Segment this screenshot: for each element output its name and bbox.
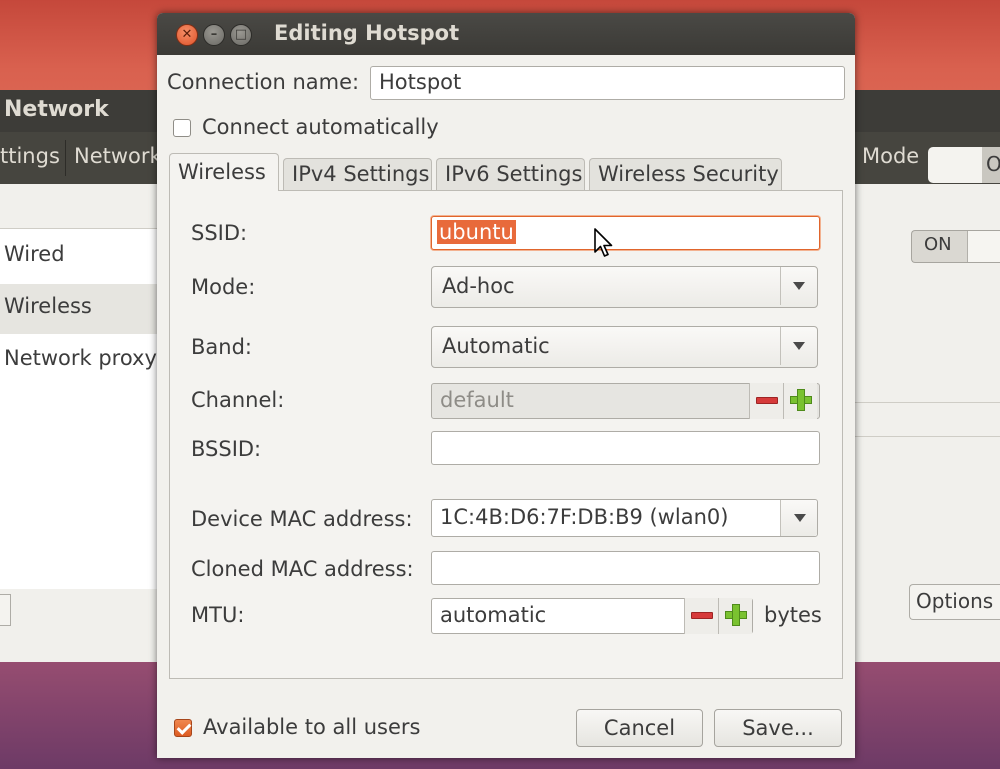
tab-ipv6-label: IPv6 Settings [445,162,583,186]
mode-label: Mode [862,144,920,168]
sidebar-item-wired[interactable]: Wired [4,242,65,266]
channel-spinner[interactable]: default [431,383,820,419]
minimize-icon[interactable]: – [203,24,225,46]
network-device-list: Wired Wireless Network proxy [0,228,170,589]
tab-ipv6-settings[interactable]: IPv6 Settings [436,158,585,190]
ssid-input[interactable]: ubuntu [431,216,820,250]
connection-name-label: Connection name: [167,70,360,94]
wireless-on-switch[interactable]: ON [911,230,1000,263]
tab-wireless-label: Wireless [178,160,266,184]
options-button[interactable]: Options [909,584,1000,620]
cloned-mac-input[interactable] [431,551,820,585]
sidebar-item-network-proxy[interactable]: Network proxy [4,346,157,370]
mode-label: Mode: [191,275,256,299]
mode-switch-edge-text: O [986,152,1000,176]
dropdown-separator [780,267,781,305]
band-dropdown[interactable]: Automatic [431,326,818,368]
mtu-unit-label: bytes [764,603,822,627]
mtu-label: MTU: [191,603,245,627]
device-mac-combo[interactable]: 1C:4B:D6:7F:DB:B9 (wlan0) [431,499,818,537]
save-button[interactable]: Save... [714,709,842,747]
chevron-down-icon [794,514,806,522]
band-value: Automatic [442,334,550,358]
divider [845,436,1000,437]
remove-device-button[interactable] [0,594,11,626]
tab-ipv4-settings[interactable]: IPv4 Settings [283,158,432,190]
device-mac-label: Device MAC address: [191,507,413,531]
channel-label: Channel: [191,388,285,412]
mtu-increment-button[interactable] [718,598,752,634]
dialog-titlebar: ✕ – □ Editing Hotspot [157,13,855,55]
channel-increment-button[interactable] [783,383,817,419]
tab-ipv4-label: IPv4 Settings [292,162,430,186]
options-button-label: Options [916,589,994,613]
cancel-button-label: Cancel [603,716,676,740]
mode-dropdown[interactable]: Ad-hoc [431,266,818,308]
bssid-input[interactable] [431,431,820,465]
connect-automatically-checkbox[interactable] [173,119,191,137]
tab-wireless-security-label: Wireless Security [598,162,779,186]
plus-icon-vertical [797,389,805,411]
network-window-title: Network [4,97,109,122]
minus-icon [691,612,713,619]
cancel-button[interactable]: Cancel [576,709,703,747]
toolbar-item-settings[interactable]: ttings [0,144,60,168]
bssid-label: BSSID: [191,437,262,461]
divider [845,402,1000,403]
editing-hotspot-dialog: ✕ – □ Editing Hotspot Connection name: H… [157,13,855,758]
dropdown-separator [780,327,781,365]
channel-decrement-button[interactable] [749,383,783,419]
tab-wireless[interactable]: Wireless [169,153,279,191]
device-mac-dropdown-button[interactable] [780,500,817,536]
toolbar-item-network[interactable]: Network [74,144,162,168]
mtu-spinner[interactable]: automatic [431,598,753,634]
mode-switch-edge[interactable]: O [982,147,1000,183]
channel-value: default [440,388,514,412]
minus-icon [756,397,778,404]
save-button-label: Save... [742,716,814,740]
maximize-icon[interactable]: □ [230,24,252,46]
device-mac-value: 1C:4B:D6:7F:DB:B9 (wlan0) [440,505,729,529]
mouse-cursor-icon [594,228,613,257]
sidebar-item-wireless[interactable]: Wireless [4,294,92,318]
switch-knob[interactable] [967,231,1000,262]
checkbox-checked-icon[interactable] [174,719,192,737]
mtu-decrement-button[interactable] [684,598,718,634]
mode-switch[interactable] [928,147,982,183]
cloned-mac-label: Cloned MAC address: [191,557,414,581]
connect-automatically-label[interactable]: Connect automatically [202,115,439,139]
toolbar-separator [65,140,66,176]
plus-icon-vertical [732,604,740,626]
connection-name-value: Hotspot [379,70,462,94]
chevron-down-icon [793,342,805,350]
mode-value: Ad-hoc [442,274,515,298]
ssid-label: SSID: [191,221,248,245]
close-icon[interactable]: ✕ [176,24,198,46]
chevron-down-icon [793,282,805,290]
available-all-users-label[interactable]: Available to all users [203,715,420,739]
switch-label: ON [924,234,952,255]
ssid-value-selected: ubuntu [437,220,516,244]
mtu-value: automatic [440,603,547,627]
tab-wireless-security[interactable]: Wireless Security [589,158,782,190]
connection-name-input[interactable]: Hotspot [370,66,845,100]
band-label: Band: [191,335,252,359]
dialog-title: Editing Hotspot [274,21,460,45]
